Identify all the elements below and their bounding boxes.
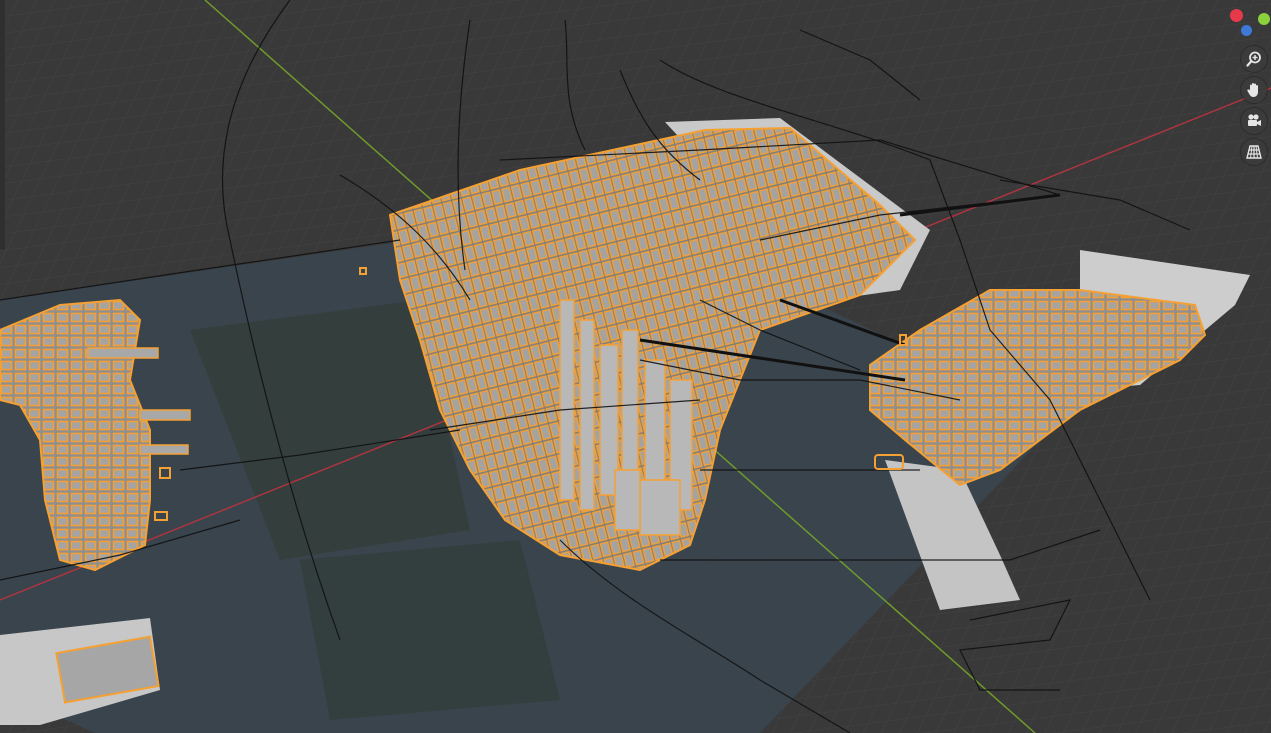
3d-viewport[interactable] [0,0,1271,733]
y-axis-dot[interactable] [1258,13,1270,25]
navigation-gizmo[interactable] [1191,0,1271,40]
perspective-toggle-button[interactable] [1241,139,1267,165]
left-panel-edge [0,0,5,250]
camera-icon [1248,114,1261,126]
camera-view-button[interactable] [1241,108,1267,134]
pan-button[interactable] [1241,77,1267,103]
grid-perspective-icon [1246,145,1262,159]
hand-icon [1247,83,1258,97]
zoom-button[interactable] [1241,46,1267,72]
x-axis-dot[interactable] [1230,9,1243,22]
z-axis-dot[interactable] [1241,25,1252,36]
magnifier-plus-icon [1246,51,1261,67]
water-shadow-2 [300,540,560,720]
